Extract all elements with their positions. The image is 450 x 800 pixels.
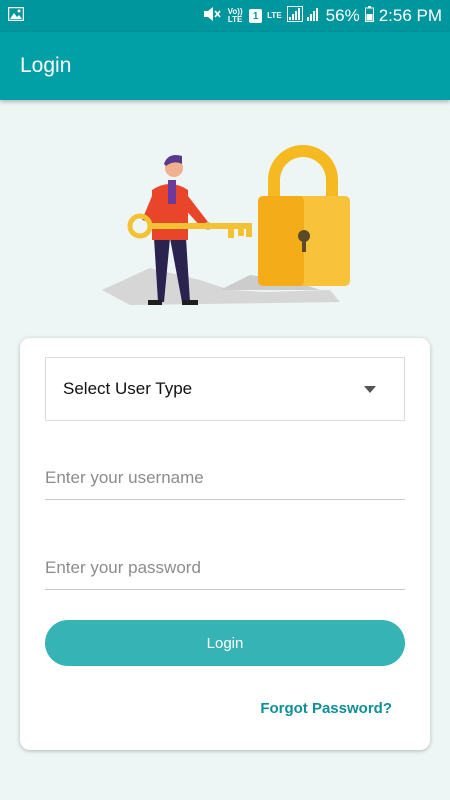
- sim-slot-badge: 1: [249, 9, 263, 23]
- chevron-down-icon: [364, 385, 376, 393]
- login-button[interactable]: Login: [45, 620, 405, 666]
- mute-icon: [203, 6, 221, 27]
- signal-icon: [286, 5, 321, 27]
- status-left: [7, 6, 25, 26]
- forgot-password-link[interactable]: Forgot Password?: [260, 700, 392, 717]
- user-type-label: Select User Type: [63, 379, 193, 398]
- status-time: 2:56 PM: [378, 6, 442, 25]
- login-illustration: [90, 140, 360, 315]
- volte-label: Vo)) LTE: [227, 7, 243, 24]
- username-input[interactable]: [45, 456, 405, 500]
- page-title: Login: [20, 54, 72, 77]
- status-bar: Vo)) LTE 1 LTE 56% 2:56 PM: [0, 0, 450, 32]
- app-bar: Login: [0, 32, 450, 100]
- login-card: Select User Type Login Forgot Password?: [20, 338, 430, 750]
- image-icon: [7, 6, 25, 26]
- user-type-select[interactable]: Select User Type: [45, 357, 405, 421]
- battery-percent: 56%: [325, 6, 360, 25]
- password-input[interactable]: [45, 546, 405, 590]
- battery-icon: [364, 5, 374, 27]
- status-right: Vo)) LTE 1 LTE 56% 2:56 PM: [203, 5, 442, 27]
- lte-label: LTE: [267, 11, 282, 20]
